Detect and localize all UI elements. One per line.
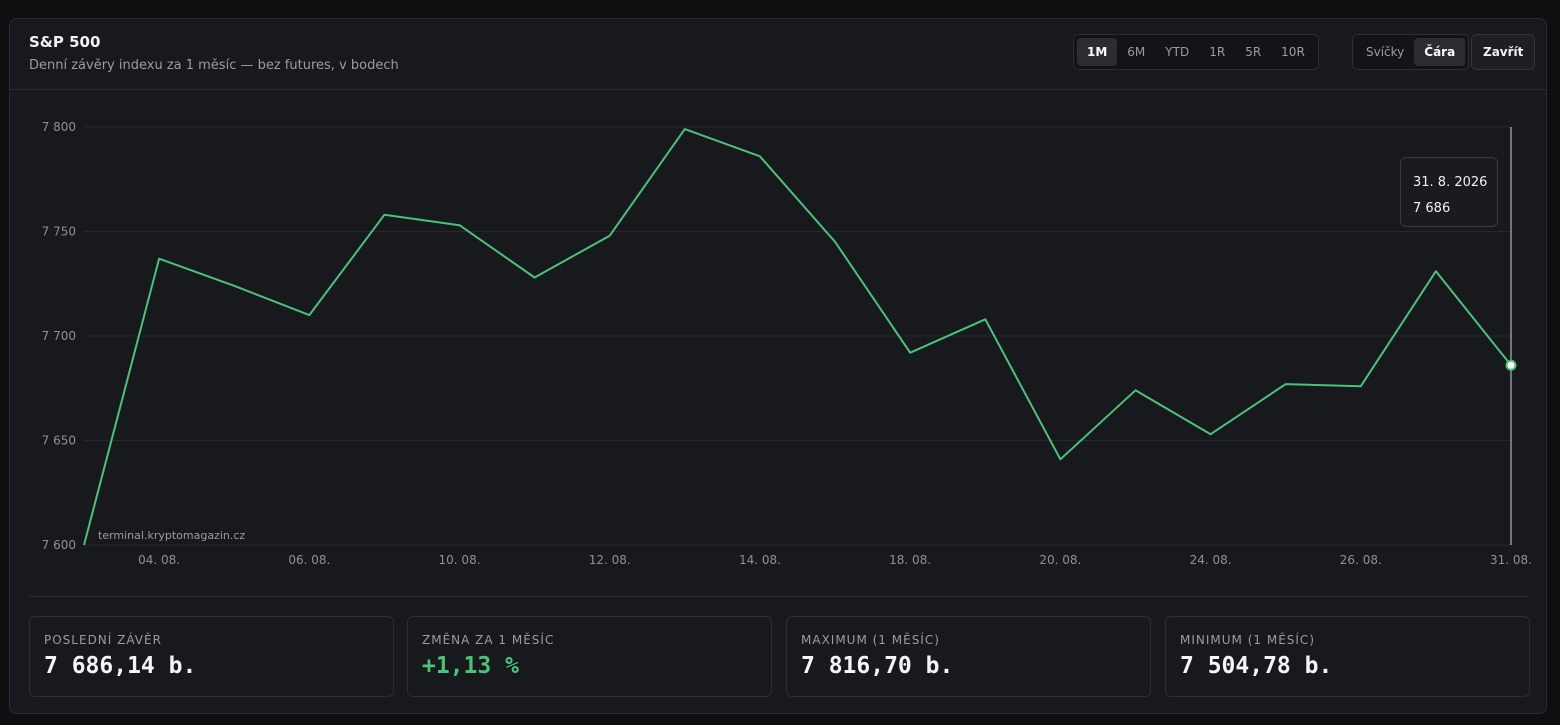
chart-card: S&P 500 Denní závěry indexu za 1 měsíc —…	[9, 18, 1547, 714]
y-tick-label: 7 800	[42, 120, 76, 134]
x-tick-label: 24. 08.	[1190, 553, 1232, 567]
close-button[interactable]: Zavřít	[1471, 34, 1536, 70]
x-tick-label: 06. 08.	[288, 553, 330, 567]
range-tab-6m[interactable]: 6M	[1117, 38, 1155, 66]
divider	[29, 596, 1529, 597]
x-tick-label: 18. 08.	[889, 553, 931, 567]
watermark: terminal.kryptomagazin.cz	[98, 529, 245, 542]
x-tick-label: 10. 08.	[439, 553, 481, 567]
stat-value: 7 816,70 b.	[801, 653, 954, 679]
stat-label: ZMĚNA ZA 1 MĚSÍC	[422, 633, 555, 647]
range-tab-1m[interactable]: 1M	[1077, 38, 1118, 66]
stat-value: +1,13 %	[422, 653, 519, 679]
mode-tab-candles[interactable]: Svíčky	[1356, 38, 1414, 66]
stat-label: MINIMUM (1 MĚSÍC)	[1180, 633, 1315, 647]
x-tick-label: 14. 08.	[739, 553, 781, 567]
range-tab-1r[interactable]: 1R	[1199, 38, 1235, 66]
chart-mode-selector: Svíčky Čára	[1352, 34, 1470, 70]
range-selector: 1M 6M YTD 1R 5R 10R	[1073, 34, 1319, 70]
x-tick-label: 04. 08.	[138, 553, 180, 567]
highlight-point	[1505, 359, 1517, 371]
range-tab-5r[interactable]: 5R	[1235, 38, 1271, 66]
stat-value: 7 504,78 b.	[1180, 653, 1333, 679]
y-tick-label: 7 750	[42, 225, 76, 239]
stat-card-maximum: MAXIMUM (1 MĚSÍC) 7 816,70 b.	[786, 616, 1151, 697]
x-tick-label: 31. 08.	[1490, 553, 1532, 567]
stat-card-monthly-change: ZMĚNA ZA 1 MĚSÍC +1,13 %	[407, 616, 772, 697]
hover-tooltip: 31. 8. 2026 7 686	[1400, 157, 1498, 227]
x-tick-label: 12. 08.	[589, 553, 631, 567]
y-tick-label: 7 700	[42, 329, 76, 343]
series-line	[83, 128, 1512, 546]
x-tick-label: 26. 08.	[1340, 553, 1382, 567]
chart-title: S&P 500	[29, 33, 101, 51]
line-chart[interactable]: 7 600 7 650 7 700 7 750 7 800 04. 08. 06. 08. 1…	[10, 89, 1546, 589]
y-tick-label: 7 600	[42, 538, 76, 552]
stat-card-last-close: POSLEDNÍ ZÁVĚR 7 686,14 b.	[29, 616, 394, 697]
mode-tab-line[interactable]: Čára	[1414, 38, 1466, 66]
y-tick-label: 7 650	[42, 434, 76, 448]
chart-subtitle: Denní závěry indexu za 1 měsíc — bez fut…	[29, 58, 399, 73]
tooltip-date: 31. 8. 2026	[1413, 175, 1488, 190]
stat-label: MAXIMUM (1 MĚSÍC)	[801, 633, 940, 647]
range-tab-10r[interactable]: 10R	[1271, 38, 1315, 66]
x-tick-label: 20. 08.	[1039, 553, 1081, 567]
stat-value: 7 686,14 b.	[44, 653, 197, 679]
stat-label: POSLEDNÍ ZÁVĚR	[44, 633, 162, 647]
card-header: S&P 500 Denní závěry indexu za 1 měsíc —…	[10, 19, 1546, 90]
range-tab-ytd[interactable]: YTD	[1155, 38, 1199, 66]
tooltip-value: 7 686	[1413, 201, 1451, 216]
stat-card-minimum: MINIMUM (1 MĚSÍC) 7 504,78 b.	[1165, 616, 1530, 697]
